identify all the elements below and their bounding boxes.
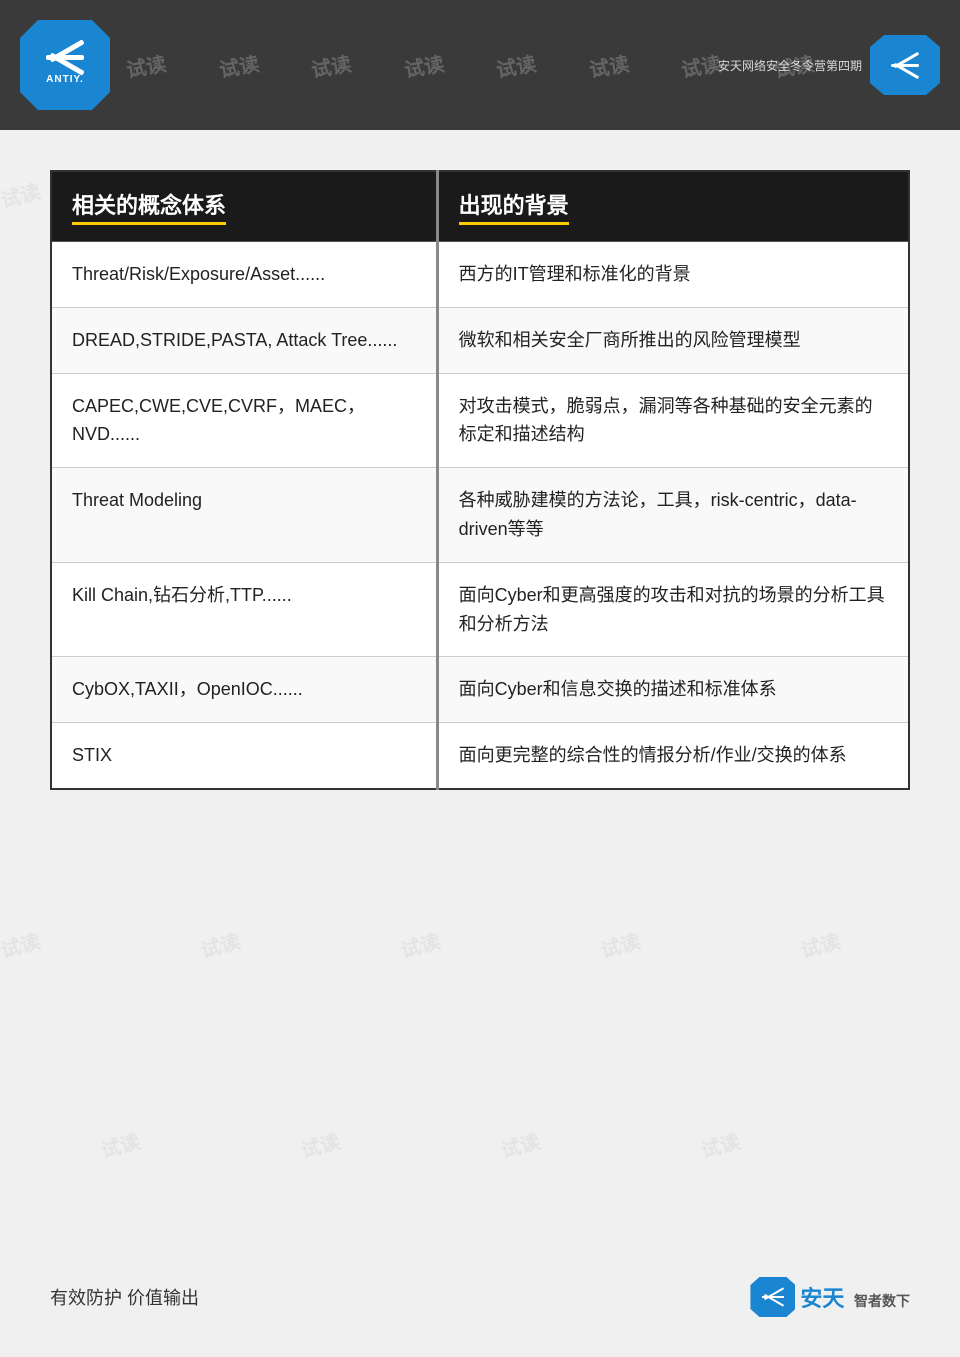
footer-logo: 安天 智者数下: [750, 1277, 910, 1317]
table-cell-col1: Threat Modeling: [51, 468, 437, 563]
watermark-7: 试读: [679, 47, 723, 83]
logo-text: ANTIY.: [46, 74, 84, 85]
table-cell-col2: 面向更完整的综合性的情报分析/作业/交换的体系: [437, 723, 909, 789]
table-row: CAPEC,CWE,CVE,CVRF，MAEC，NVD......对攻击模式，脆…: [51, 373, 909, 468]
table-cell-col1: STIX: [51, 723, 437, 789]
bw25: 试读: [297, 1125, 343, 1163]
table-cell-col1: CybOX,TAXII，OpenIOC......: [51, 657, 437, 723]
table-cell-col2: 西方的IT管理和标准化的背景: [437, 242, 909, 308]
table-cell-col1: DREAD,STRIDE,PASTA, Attack Tree......: [51, 307, 437, 373]
watermark-3: 试读: [309, 47, 353, 83]
footer: 有效防护 价值输出 安天 智者数下: [50, 1277, 910, 1317]
watermark-4: 试读: [402, 47, 446, 83]
table-row: STIX面向更完整的综合性的情报分析/作业/交换的体系: [51, 723, 909, 789]
bw19: 试读: [0, 925, 43, 963]
bw21: 试读: [397, 925, 443, 963]
footer-logo-icon: [750, 1277, 795, 1317]
bw24: 试读: [97, 1125, 143, 1163]
table-cell-col2: 面向Cyber和更高强度的攻击和对抗的场景的分析工具和分析方法: [437, 562, 909, 657]
watermark-2: 试读: [217, 47, 261, 83]
header-right-subtext: 安天网络安全冬令营第四期: [718, 57, 862, 74]
bw20: 试读: [197, 925, 243, 963]
table-row: Threat Modeling各种威胁建模的方法论，工具，risk-centri…: [51, 468, 909, 563]
table-cell-col2: 对攻击模式，脆弱点，漏洞等各种基础的安全元素的标定和描述结构: [437, 373, 909, 468]
table-cell-col1: CAPEC,CWE,CVE,CVRF，MAEC，NVD......: [51, 373, 437, 468]
col1-header: 相关的概念体系: [51, 171, 437, 242]
bw26: 试读: [497, 1125, 543, 1163]
col2-header: 出现的背景: [437, 171, 909, 242]
table-row: CybOX,TAXII，OpenIOC......面向Cyber和信息交换的描述…: [51, 657, 909, 723]
footer-left-text: 有效防护 价值输出: [50, 1284, 199, 1310]
table-cell-col1: Threat/Risk/Exposure/Asset......: [51, 242, 437, 308]
table-cell-col2: 各种威胁建模的方法论，工具，risk-centric，data-driven等等: [437, 468, 909, 563]
bw22: 试读: [597, 925, 643, 963]
table-cell-col1: Kill Chain,钻石分析,TTP......: [51, 562, 437, 657]
watermark-6: 试读: [587, 47, 631, 83]
bw27: 试读: [697, 1125, 743, 1163]
bw23: 试读: [797, 925, 843, 963]
watermark-1: 试读: [124, 47, 168, 83]
header-right-logo: [870, 35, 940, 95]
main-content: 相关的概念体系 出现的背景 Threat/Risk/Exposure/Asset…: [0, 130, 960, 830]
table-row: Threat/Risk/Exposure/Asset......西方的IT管理和…: [51, 242, 909, 308]
watermark-5: 试读: [494, 47, 538, 83]
main-table: 相关的概念体系 出现的背景 Threat/Risk/Exposure/Asset…: [50, 170, 910, 790]
table-cell-col2: 面向Cyber和信息交换的描述和标准体系: [437, 657, 909, 723]
header: ANTIY. 试读 试读 试读 试读 试读 试读 试读 试读 安天网络安全冬令营…: [0, 0, 960, 130]
footer-logo-brand: 安天 智者数下: [800, 1289, 910, 1311]
table-row: DREAD,STRIDE,PASTA, Attack Tree......微软和…: [51, 307, 909, 373]
header-right: 安天网络安全冬令营第四期: [718, 35, 940, 95]
table-cell-col2: 微软和相关安全厂商所推出的风险管理模型: [437, 307, 909, 373]
table-body: Threat/Risk/Exposure/Asset......西方的IT管理和…: [51, 242, 909, 789]
table-header-row: 相关的概念体系 出现的背景: [51, 171, 909, 242]
header-logo: ANTIY.: [20, 20, 110, 110]
table-row: Kill Chain,钻石分析,TTP......面向Cyber和更高强度的攻击…: [51, 562, 909, 657]
